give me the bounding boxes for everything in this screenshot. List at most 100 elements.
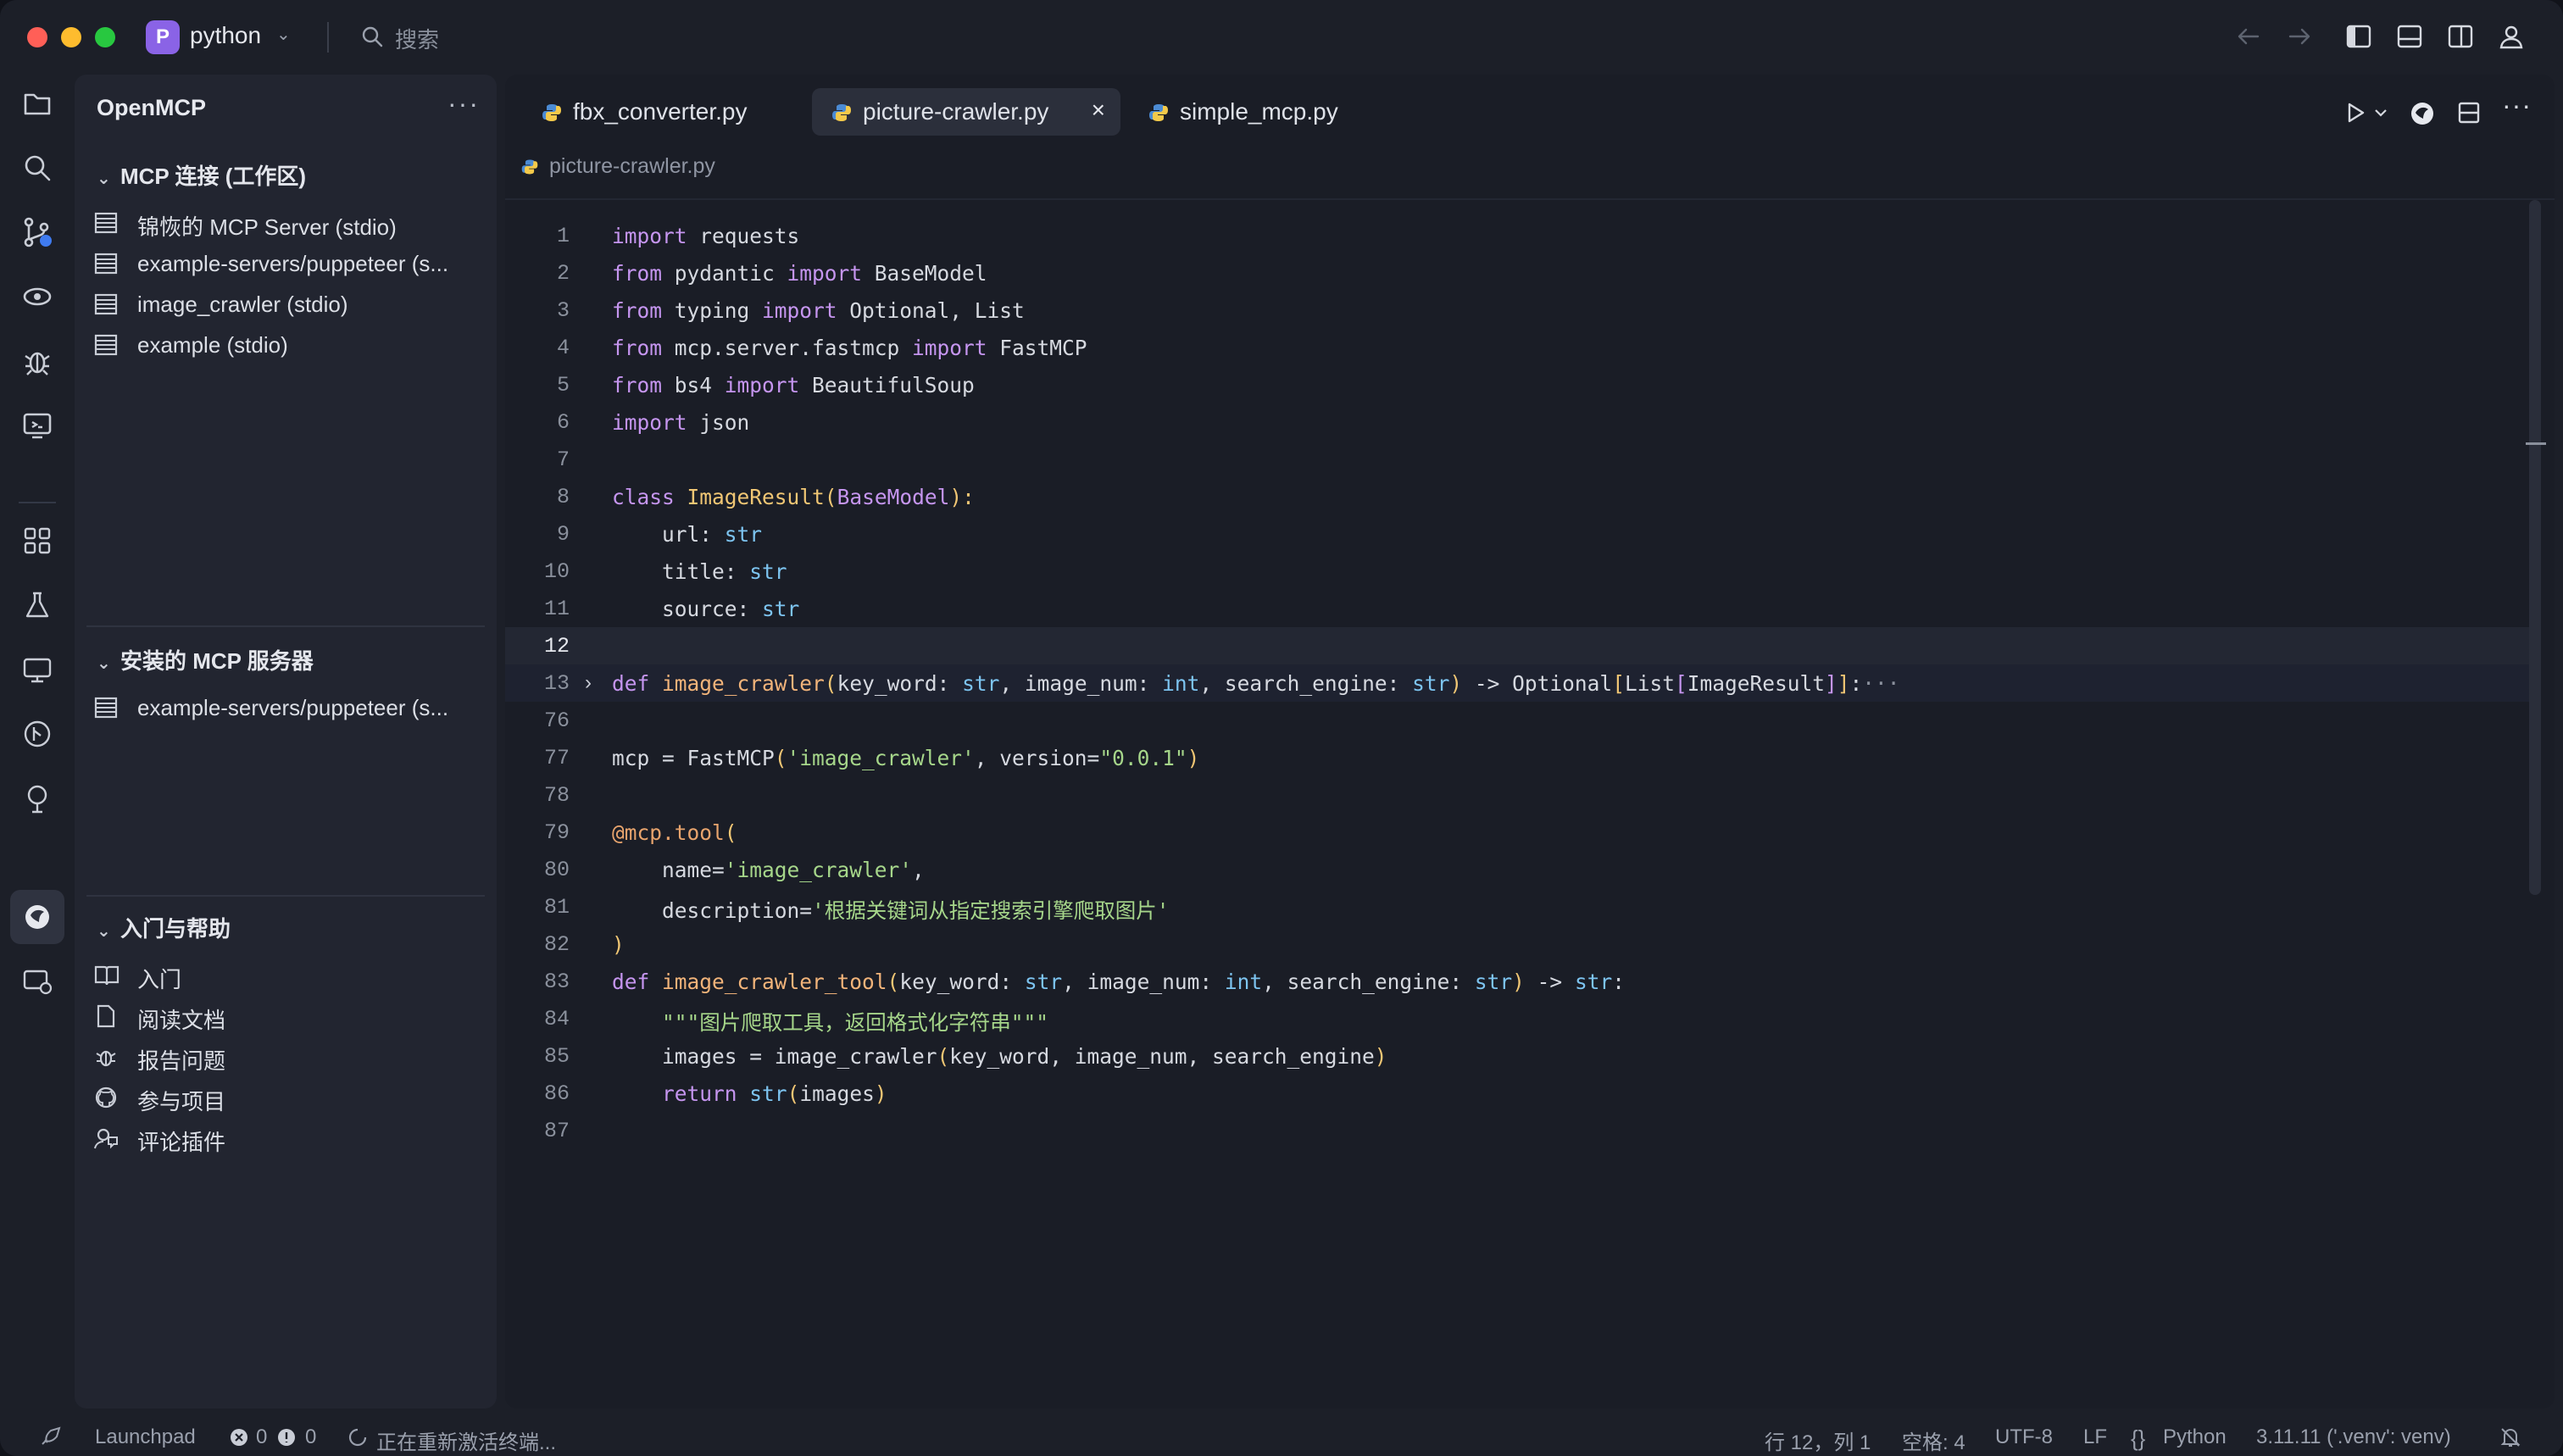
search-input[interactable]: 搜索 <box>395 23 439 54</box>
server-icon <box>94 334 118 356</box>
code-line[interactable]: 2 from pydantic import BaseModel <box>505 254 2539 292</box>
folded-code-line[interactable]: 13 › def image_crawler(key_word: str, imag… <box>505 664 2539 702</box>
timeline-icon[interactable] <box>20 280 54 314</box>
code-line[interactable]: 77 mcp = FastMCP('image_crawler', version… <box>505 739 2539 776</box>
end-of-line[interactable]: LF <box>2083 1425 2107 1449</box>
code-line[interactable]: 10 title: str <box>505 553 2539 590</box>
remote-connection-icon[interactable] <box>20 964 54 998</box>
connection-item[interactable]: example (stdio) <box>93 329 492 363</box>
gitlens-icon[interactable] <box>20 717 54 751</box>
cursor-position[interactable]: 行 12，列 1 <box>1765 1425 1871 1455</box>
code-line[interactable]: 83 def image_crawler_tool(key_word: str, … <box>505 963 2539 1000</box>
chevron-down-icon: ⌄ <box>97 654 111 673</box>
code-line[interactable]: 87 <box>505 1112 2539 1149</box>
code-line[interactable]: 79 @mcp.tool( <box>505 814 2539 851</box>
project-badge[interactable]: P <box>146 20 180 54</box>
fold-chevron-icon[interactable]: › <box>585 671 592 695</box>
task-status[interactable]: 正在重新激活终端... <box>376 1425 556 1455</box>
help-item-report-issue[interactable]: 报告问题 <box>93 1041 492 1075</box>
encoding[interactable]: UTF-8 <box>1995 1425 2053 1449</box>
tab-picture-crawler[interactable]: picture-crawler.py × <box>812 88 1120 136</box>
toggle-secondary-sidebar-icon[interactable] <box>2446 22 2475 51</box>
editor-scrollbar[interactable] <box>2529 200 2541 895</box>
section-mcp-connections[interactable]: ⌄ MCP 连接 (工作区) <box>97 159 306 191</box>
code-line[interactable]: 1 import requests <box>505 217 2539 254</box>
code-line[interactable]: 84 """图片爬取工具，返回格式化字符串""" <box>505 1000 2539 1037</box>
tree-icon[interactable] <box>20 781 54 815</box>
activity-divider <box>19 502 56 503</box>
tab-simple-mcp[interactable]: simple_mcp.py <box>1129 88 1383 136</box>
section-installed-servers[interactable]: ⌄ 安装的 MCP 服务器 <box>97 644 314 675</box>
search-icon[interactable] <box>20 151 54 185</box>
help-item-docs[interactable]: 阅读文档 <box>93 1000 492 1034</box>
help-item-contribute[interactable]: 参与项目 <box>93 1081 492 1115</box>
remote-desktop-icon[interactable] <box>20 653 54 686</box>
code-line[interactable]: 11 source: str <box>505 590 2539 627</box>
code-line[interactable]: 81 description='根据关键词从指定搜索引擎爬取图片' <box>505 888 2539 925</box>
code-line[interactable]: 82) <box>505 925 2539 963</box>
chevron-down-icon[interactable] <box>2373 105 2388 120</box>
error-icon <box>231 1429 247 1446</box>
extensions-icon[interactable] <box>20 524 54 558</box>
code-line[interactable]: 4 from mcp.server.fastmcp import FastMCP <box>505 329 2539 366</box>
split-editor-icon[interactable] <box>2456 100 2482 125</box>
current-code-line[interactable]: 12 <box>505 627 2539 664</box>
code-line[interactable]: 78 <box>505 776 2539 814</box>
zoom-window-button[interactable] <box>95 27 115 47</box>
indentation[interactable]: 空格: 4 <box>1902 1425 1965 1455</box>
activity-bar <box>0 75 75 1405</box>
code-line[interactable]: 7 <box>505 441 2539 478</box>
more-actions-icon[interactable]: ··· <box>2502 90 2532 121</box>
notifications-muted-icon[interactable] <box>2499 1425 2522 1449</box>
code-line[interactable]: 5 from bs4 import BeautifulSoup <box>505 366 2539 403</box>
warning-count[interactable]: 0 <box>305 1425 316 1449</box>
openmcp-icon[interactable] <box>2409 100 2436 127</box>
account-icon[interactable] <box>2497 22 2526 51</box>
tab-bar: fbx_converter.py picture-crawler.py × si… <box>505 75 2555 142</box>
source-control-icon[interactable] <box>20 215 54 249</box>
bug-icon <box>96 1050 116 1067</box>
code-line[interactable]: 3 from typing import Optional, List <box>505 292 2539 329</box>
debug-icon[interactable] <box>20 344 54 378</box>
help-item-review[interactable]: 评论插件 <box>93 1122 492 1156</box>
code-line[interactable]: 85 images = image_crawler(key_word, imag… <box>505 1037 2539 1075</box>
close-tab-icon[interactable]: × <box>1092 97 1105 124</box>
python-interpreter[interactable]: 3.11.11 ('.venv': venv) <box>2256 1425 2451 1449</box>
code-line[interactable]: 8 class ImageResult(BaseModel): <box>505 478 2539 515</box>
remote-explorer-icon[interactable] <box>20 408 54 442</box>
server-icon <box>94 253 118 275</box>
testing-flask-icon[interactable] <box>20 588 54 622</box>
chevron-down-icon[interactable]: ⌄ <box>276 24 291 45</box>
connection-item[interactable]: example-servers/puppeteer (s... <box>93 247 492 281</box>
toggle-primary-sidebar-icon[interactable] <box>2344 22 2373 51</box>
installed-server-item[interactable]: example-servers/puppeteer (s... <box>93 692 492 725</box>
help-item-getting-started[interactable]: 入门 <box>93 959 492 993</box>
chevron-down-icon: ⌄ <box>97 169 111 188</box>
toggle-panel-icon[interactable] <box>2395 22 2424 51</box>
openmcp-icon[interactable] <box>20 900 54 934</box>
code-line[interactable]: 86 return str(images) <box>505 1075 2539 1112</box>
connection-item[interactable]: image_crawler (stdio) <box>93 288 492 322</box>
tab-fbx-converter[interactable]: fbx_converter.py <box>522 88 798 136</box>
code-line[interactable]: 6 import json <box>505 403 2539 441</box>
run-icon[interactable] <box>2343 100 2368 125</box>
document-icon <box>97 1004 115 1028</box>
connection-item[interactable]: 锦恢的 MCP Server (stdio) <box>93 207 492 241</box>
back-arrow-icon[interactable] <box>2234 22 2263 51</box>
more-actions-icon[interactable]: ··· <box>448 88 480 119</box>
code-line[interactable]: 80 name='image_crawler', <box>505 851 2539 888</box>
minimize-window-button[interactable] <box>61 27 81 47</box>
launchpad-button[interactable]: Launchpad <box>95 1425 196 1449</box>
error-count[interactable]: 0 <box>256 1425 267 1449</box>
language-mode[interactable]: Python <box>2163 1425 2227 1449</box>
panel-title: OpenMCP <box>97 95 207 120</box>
forward-arrow-icon[interactable] <box>2285 22 2314 51</box>
code-line[interactable]: 9 url: str <box>505 515 2539 553</box>
section-help[interactable]: ⌄ 入门与帮助 <box>97 912 231 943</box>
titlebar-divider <box>327 22 329 53</box>
close-window-button[interactable] <box>27 27 47 47</box>
project-name[interactable]: python <box>190 22 261 49</box>
code-line[interactable]: 76 <box>505 702 2539 739</box>
explorer-icon[interactable] <box>20 86 54 120</box>
braces-icon: {} <box>2131 1425 2146 1451</box>
